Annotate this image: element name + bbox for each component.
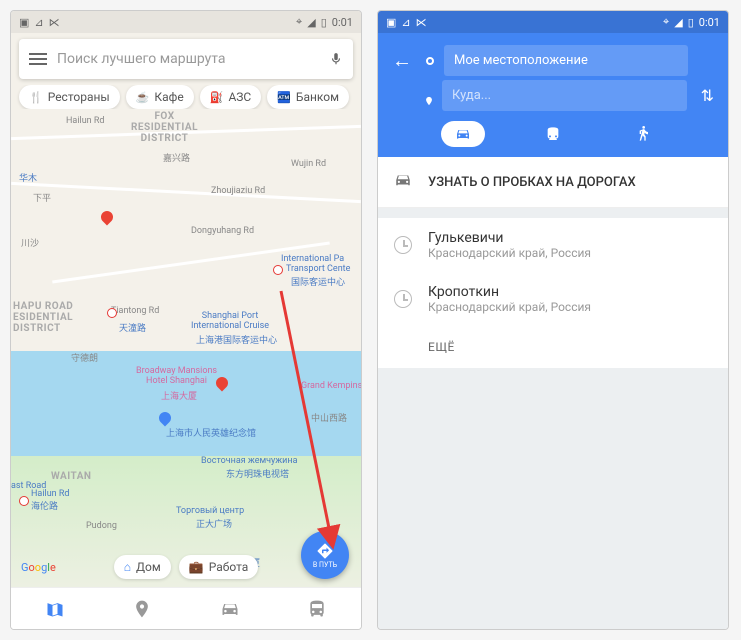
traffic-info-button[interactable]: УЗНАТЬ О ПРОБКАХ НА ДОРОГАХ bbox=[378, 157, 728, 208]
history-subtitle: Краснодарский край, Россия bbox=[428, 246, 591, 260]
directions-header: ← Мое местоположение Куда... ⇅ bbox=[378, 33, 728, 157]
menu-icon[interactable] bbox=[29, 53, 47, 65]
clock-icon bbox=[394, 290, 412, 308]
more-button[interactable]: ЕЩЁ bbox=[378, 326, 728, 368]
train-icon bbox=[545, 126, 561, 142]
travel-mode-tabs bbox=[388, 121, 718, 147]
chip-cafe[interactable]: ☕Кафе bbox=[126, 85, 194, 109]
chip-restaurants[interactable]: 🍴Рестораны bbox=[19, 85, 120, 109]
metro-icon bbox=[107, 308, 117, 318]
nav-drive[interactable] bbox=[186, 588, 274, 629]
search-bar[interactable]: Поиск лучшего маршрута bbox=[19, 39, 353, 79]
signal-icon: ◢ bbox=[307, 16, 315, 29]
directions-body: УЗНАТЬ О ПРОБКАХ НА ДОРОГАХ Гулькевичи К… bbox=[378, 157, 728, 629]
mode-transit[interactable] bbox=[531, 121, 575, 147]
origin-input[interactable]: Мое местоположение bbox=[444, 45, 688, 76]
map-icon bbox=[45, 599, 65, 619]
clock-text: 0:01 bbox=[699, 16, 720, 29]
fork-knife-icon: 🍴 bbox=[29, 91, 43, 104]
metro-icon bbox=[19, 496, 29, 506]
phone-directions-view: ▣ ⊿ ⋉ ⌖ ◢ ▯ 0:01 ← Мое местоположение Куда...… bbox=[377, 10, 729, 630]
car-icon bbox=[220, 599, 240, 619]
clock-icon bbox=[394, 236, 412, 254]
car-icon bbox=[455, 126, 471, 142]
status-bar: ▣ ⊿ ⋉ ⌖ ◢ ▯ 0:01 bbox=[378, 11, 728, 33]
clock-text: 0:01 bbox=[332, 16, 353, 29]
home-icon: ⌂ bbox=[124, 560, 131, 574]
directions-icon bbox=[316, 542, 334, 560]
bus-icon bbox=[307, 599, 327, 619]
directions-fab[interactable]: В ПУТЬ bbox=[301, 531, 349, 579]
bottom-nav bbox=[11, 587, 361, 629]
nav-saved[interactable] bbox=[99, 588, 187, 629]
notif-icon: ⊿ bbox=[401, 16, 410, 29]
battery-icon: ▯ bbox=[321, 16, 327, 29]
chip-atm[interactable]: 🏧Банком bbox=[267, 85, 349, 109]
nav-transit[interactable] bbox=[274, 588, 362, 629]
history-item[interactable]: Кропоткин Краснодарский край, Россия bbox=[378, 272, 728, 326]
location-icon: ⌖ bbox=[663, 15, 669, 29]
notif-icon: ▣ bbox=[19, 16, 29, 29]
destination-input[interactable]: Куда... bbox=[442, 80, 687, 111]
notif-icon: ⊿ bbox=[34, 16, 43, 29]
briefcase-icon: 💼 bbox=[189, 560, 204, 574]
search-placeholder: Поиск лучшего маршрута bbox=[57, 51, 319, 67]
pin-icon bbox=[132, 599, 152, 619]
mode-drive[interactable] bbox=[441, 121, 485, 147]
chip-work[interactable]: 💼Работа bbox=[179, 555, 259, 579]
mic-icon[interactable] bbox=[329, 50, 343, 68]
chip-home[interactable]: ⌂Дом bbox=[114, 555, 171, 579]
poi-pin[interactable] bbox=[157, 410, 174, 427]
poi-pin[interactable] bbox=[99, 209, 116, 226]
battery-icon: ▯ bbox=[688, 16, 694, 29]
status-bar: ▣ ⊿ ⋉ ⌖ ◢ ▯ 0:01 bbox=[11, 11, 361, 33]
car-icon bbox=[394, 171, 412, 193]
history-title: Гулькевичи bbox=[428, 230, 591, 246]
walk-icon bbox=[635, 126, 651, 142]
signal-icon: ◢ bbox=[674, 16, 682, 29]
metro-icon bbox=[273, 265, 283, 275]
location-icon: ⌖ bbox=[296, 15, 302, 29]
atm-icon: 🏧 bbox=[277, 91, 291, 104]
notif-icon: ⋉ bbox=[49, 16, 60, 29]
history-title: Кропоткин bbox=[428, 284, 591, 300]
back-button[interactable]: ← bbox=[388, 48, 416, 73]
origin-dot-icon bbox=[426, 57, 434, 65]
notif-icon: ▣ bbox=[386, 16, 396, 29]
district-label: FOX RESIDENTIAL DISTRICT bbox=[131, 111, 198, 144]
phone-map-view: FOX RESIDENTIAL DISTRICT 嘉兴路 华木 下平 川沙 Ha… bbox=[10, 10, 362, 630]
mode-walk[interactable] bbox=[621, 121, 665, 147]
gas-icon: ⛽ bbox=[210, 91, 224, 104]
cup-icon: ☕ bbox=[136, 91, 150, 104]
swap-button[interactable]: ⇅ bbox=[697, 86, 718, 105]
category-chips: 🍴Рестораны ☕Кафе ⛽АЗС 🏧Банком bbox=[11, 85, 361, 109]
nav-explore[interactable] bbox=[11, 588, 99, 629]
destination-pin-icon bbox=[424, 95, 434, 107]
history-list: Гулькевичи Краснодарский край, Россия Кр… bbox=[378, 218, 728, 368]
notif-icon: ⋉ bbox=[416, 16, 427, 29]
chip-gas[interactable]: ⛽АЗС bbox=[200, 85, 261, 109]
history-subtitle: Краснодарский край, Россия bbox=[428, 300, 591, 314]
traffic-label: УЗНАТЬ О ПРОБКАХ НА ДОРОГАХ bbox=[428, 175, 636, 190]
history-item[interactable]: Гулькевичи Краснодарский край, Россия bbox=[378, 218, 728, 272]
